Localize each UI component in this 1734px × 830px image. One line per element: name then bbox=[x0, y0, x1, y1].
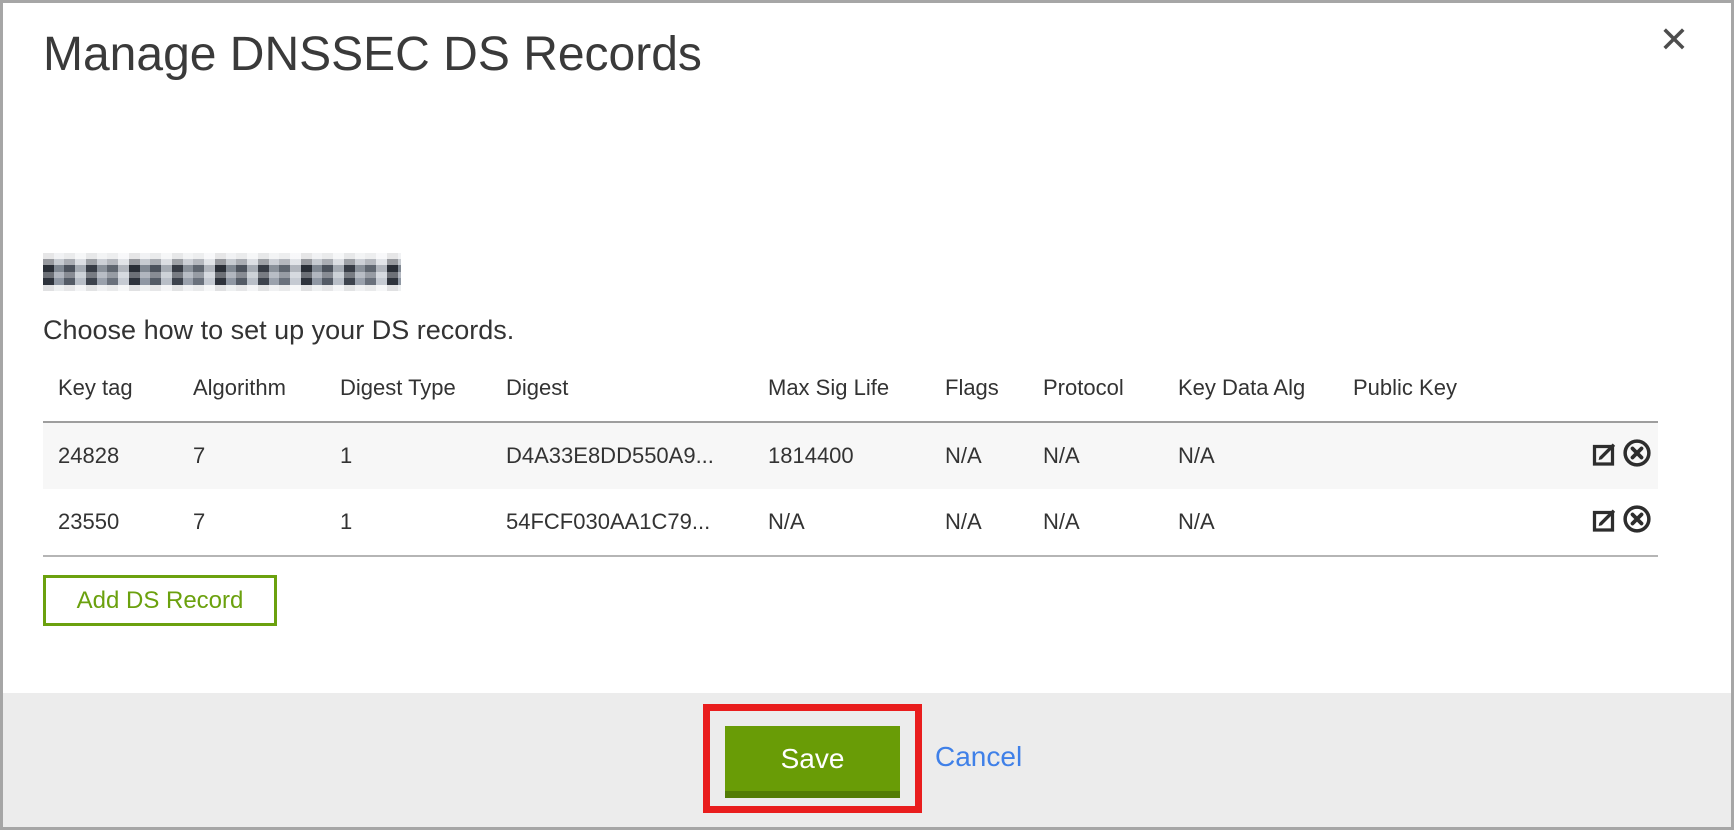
edit-record-icon[interactable] bbox=[1590, 438, 1621, 468]
cell-flags: N/A bbox=[930, 422, 1028, 489]
delete-record-icon[interactable] bbox=[1622, 504, 1652, 534]
header-actions bbox=[1488, 369, 1658, 422]
header-digest: Digest bbox=[491, 369, 753, 422]
cell-digest-type: 1 bbox=[325, 422, 491, 489]
header-protocol: Protocol bbox=[1028, 369, 1163, 422]
cell-protocol: N/A bbox=[1028, 422, 1163, 489]
domain-name-redacted bbox=[43, 253, 401, 291]
cell-protocol: N/A bbox=[1028, 489, 1163, 556]
dialog-title: Manage DNSSEC DS Records bbox=[43, 27, 702, 82]
cell-digest: D4A33E8DD550A9... bbox=[491, 422, 753, 489]
cell-public-key bbox=[1338, 422, 1488, 489]
save-button[interactable]: Save bbox=[725, 726, 900, 798]
save-annotation-red-box: Save bbox=[703, 704, 922, 813]
cell-public-key bbox=[1338, 489, 1488, 556]
header-flags: Flags bbox=[930, 369, 1028, 422]
cell-digest-type: 1 bbox=[325, 489, 491, 556]
cancel-link[interactable]: Cancel bbox=[935, 741, 1022, 773]
cell-flags: N/A bbox=[930, 489, 1028, 556]
cell-max-sig-life: 1814400 bbox=[753, 422, 930, 489]
header-public-key: Public Key bbox=[1338, 369, 1488, 422]
header-key-tag: Key tag bbox=[43, 369, 178, 422]
cell-algorithm: 7 bbox=[178, 422, 325, 489]
table-row: 24828 7 1 D4A33E8DD550A9... 1814400 N/A … bbox=[43, 422, 1658, 489]
add-ds-record-button[interactable]: Add DS Record bbox=[43, 575, 277, 626]
header-max-sig-life: Max Sig Life bbox=[753, 369, 930, 422]
manage-dnssec-dialog: Manage DNSSEC DS Records ✕ Choose how to… bbox=[0, 0, 1734, 830]
delete-record-icon[interactable] bbox=[1622, 438, 1652, 468]
ds-records-table: Key tag Algorithm Digest Type Digest Max… bbox=[43, 369, 1658, 557]
cell-key-data-alg: N/A bbox=[1163, 422, 1338, 489]
header-key-data-alg: Key Data Alg bbox=[1163, 369, 1338, 422]
dialog-footer: Save Cancel bbox=[3, 693, 1731, 827]
header-algorithm: Algorithm bbox=[178, 369, 325, 422]
cell-key-tag: 24828 bbox=[43, 422, 178, 489]
cell-digest: 54FCF030AA1C79... bbox=[491, 489, 753, 556]
close-icon[interactable]: ✕ bbox=[1653, 21, 1695, 59]
cell-algorithm: 7 bbox=[178, 489, 325, 556]
cell-key-tag: 23550 bbox=[43, 489, 178, 556]
table-row: 23550 7 1 54FCF030AA1C79... N/A N/A N/A … bbox=[43, 489, 1658, 556]
edit-record-icon[interactable] bbox=[1590, 504, 1621, 534]
table-header-row: Key tag Algorithm Digest Type Digest Max… bbox=[43, 369, 1658, 422]
cell-max-sig-life: N/A bbox=[753, 489, 930, 556]
header-digest-type: Digest Type bbox=[325, 369, 491, 422]
cell-key-data-alg: N/A bbox=[1163, 489, 1338, 556]
instruction-text: Choose how to set up your DS records. bbox=[43, 315, 514, 346]
